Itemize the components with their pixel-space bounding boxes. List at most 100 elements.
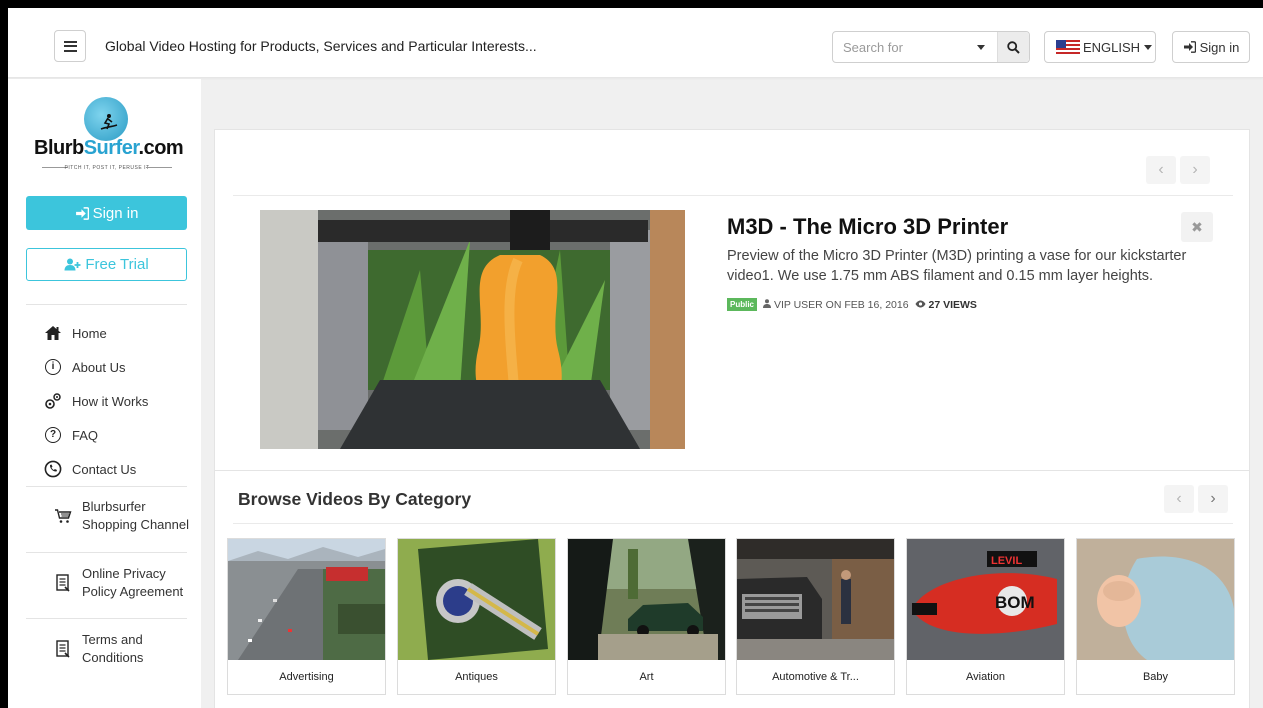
chevron-right-icon: ›	[1192, 161, 1198, 178]
sidebar-item-label: Terms and Conditions	[82, 632, 144, 665]
category-label: Automotive & Tr...	[772, 671, 859, 683]
sidebar-sign-in-label: Sign in	[92, 204, 139, 222]
blurbsurfer-logo[interactable]: BlurbSurfer.com PITCH IT, POST IT, PERUS…	[34, 93, 184, 175]
chevron-left-icon: ‹	[1176, 490, 1182, 507]
svg-text:LEVIL: LEVIL	[991, 555, 1022, 567]
featured-video-description: Preview of the Micro 3D Printer (M3D) pr…	[727, 248, 1187, 284]
close-button[interactable]: ✖	[1181, 212, 1213, 242]
prev-arrow-button[interactable]: ‹	[1146, 156, 1176, 184]
sidebar-item-label: Blurbsurfer Shopping Channel	[82, 499, 189, 532]
divider	[233, 523, 1233, 524]
category-label: Antiques	[455, 671, 498, 683]
category-card-automotive[interactable]: Automotive & Tr...	[736, 538, 895, 695]
category-thumbnail	[398, 539, 555, 660]
featured-video-meta: Public VIP USER ON FEB 16, 2016 27 VIEWS	[727, 298, 977, 311]
slogan-rule	[146, 167, 172, 168]
category-label: Baby	[1142, 671, 1169, 683]
logo-wordmark: BlurbSurfer.com	[34, 137, 184, 159]
divider	[233, 195, 1233, 196]
us-flag-icon	[1056, 40, 1080, 54]
category-card-art[interactable]: Art	[567, 538, 726, 695]
free-trial-button[interactable]: Free Trial	[26, 248, 187, 281]
category-thumbnail	[737, 539, 894, 660]
sidebar-sign-in-button[interactable]: Sign in	[26, 196, 187, 230]
divider	[26, 552, 187, 553]
search-box	[832, 31, 1030, 63]
category-thumbnail	[568, 539, 725, 660]
close-icon: ✖	[1191, 218, 1203, 235]
sidebar-item-label: Online Privacy Policy Agreement	[82, 566, 184, 599]
header-sign-in-label: Sign in	[1199, 39, 1240, 55]
sidebar-item-label: Home	[72, 325, 107, 341]
search-filter-dropdown[interactable]	[965, 32, 997, 62]
header-sign-in-button[interactable]: Sign in	[1172, 31, 1250, 63]
category-thumbnail: LEVIL BOM	[907, 539, 1064, 660]
featured-video-card: ‹ › M3D - The Micro 3D Printer ✖ Preview…	[214, 129, 1250, 471]
site-tagline: Global Video Hosting for Products, Servi…	[105, 38, 537, 54]
sidebar-item-label: About Us	[72, 359, 126, 375]
sidebar-item-home[interactable]: Home	[44, 324, 107, 342]
featured-pager: ‹ ›	[1146, 156, 1210, 184]
divider	[26, 304, 187, 305]
question-icon: ?	[44, 426, 62, 444]
sidebar-item-shopping-channel[interactable]: Blurbsurfer Shopping Channel	[54, 498, 192, 534]
phone-icon	[44, 460, 62, 478]
category-label: Art	[639, 671, 654, 683]
caret-down-icon	[1144, 44, 1153, 50]
visibility-badge: Public	[727, 298, 758, 311]
logo-slogan: PITCH IT, POST IT, PERUSE IT	[64, 165, 150, 171]
page-frame: Global Video Hosting for Products, Servi…	[8, 8, 1263, 708]
category-card-advertising[interactable]: Advertising	[227, 538, 386, 695]
category-thumbnail	[1077, 539, 1234, 660]
surfer-icon	[100, 114, 118, 130]
cart-icon	[54, 507, 72, 525]
category-label: Advertising	[279, 671, 334, 683]
category-pager: ‹ ›	[1164, 485, 1228, 513]
sidebar-item-terms[interactable]: Terms and Conditions	[54, 631, 192, 667]
sidebar-item-contact-us[interactable]: Contact Us	[44, 460, 136, 478]
sidebar: BlurbSurfer.com PITCH IT, POST IT, PERUS…	[8, 79, 201, 708]
home-icon	[44, 324, 62, 342]
gears-icon	[44, 392, 62, 410]
chevron-right-icon: ›	[1210, 490, 1216, 507]
next-arrow-button[interactable]: ›	[1198, 485, 1228, 513]
next-arrow-button[interactable]: ›	[1180, 156, 1210, 184]
sidebar-item-privacy-policy[interactable]: Online Privacy Policy Agreement	[54, 565, 192, 601]
sidebar-item-faq[interactable]: ? FAQ	[44, 426, 98, 444]
menu-toggle-button[interactable]	[54, 30, 86, 62]
document-icon	[54, 640, 72, 658]
sidebar-item-label: Contact Us	[72, 461, 137, 477]
hamburger-icon	[63, 40, 77, 52]
top-bar: Global Video Hosting for Products, Servi…	[8, 8, 1263, 78]
sidebar-item-how-it-works[interactable]: How it Works	[44, 392, 148, 410]
category-card-antiques[interactable]: Antiques	[397, 538, 556, 695]
user-icon	[763, 298, 772, 308]
search-input[interactable]	[833, 32, 965, 62]
user-plus-icon	[64, 258, 81, 271]
featured-video-thumbnail[interactable]	[260, 210, 685, 449]
chevron-left-icon: ‹	[1158, 161, 1164, 178]
info-icon: i	[44, 358, 62, 376]
search-button[interactable]	[997, 32, 1029, 62]
divider	[26, 618, 187, 619]
view-count: 27 VIEWS	[915, 299, 977, 311]
view-count-label: 27 VIEWS	[928, 298, 977, 311]
category-card-baby[interactable]: Baby	[1076, 538, 1235, 695]
svg-text:BOM: BOM	[995, 593, 1035, 612]
sign-in-icon	[75, 206, 89, 220]
divider	[26, 486, 187, 487]
sidebar-item-label: FAQ	[72, 427, 99, 443]
search-icon	[1007, 40, 1020, 54]
category-card-aviation[interactable]: LEVIL BOM Aviation	[906, 538, 1065, 695]
author-date: VIP USER ON FEB 16, 2016	[773, 298, 909, 311]
eye-icon	[915, 300, 926, 307]
sidebar-item-about-us[interactable]: i About Us	[44, 358, 125, 376]
category-label: Aviation	[966, 671, 1005, 683]
free-trial-label: Free Trial	[85, 256, 149, 273]
document-icon	[54, 574, 72, 592]
language-dropdown[interactable]: ENGLISH	[1044, 31, 1156, 63]
browse-categories-card: Browse Videos By Category ‹ › Advertisin…	[214, 471, 1250, 708]
prev-arrow-button[interactable]: ‹	[1164, 485, 1194, 513]
featured-video-title[interactable]: M3D - The Micro 3D Printer	[727, 214, 1008, 240]
sign-in-icon	[1183, 41, 1196, 53]
